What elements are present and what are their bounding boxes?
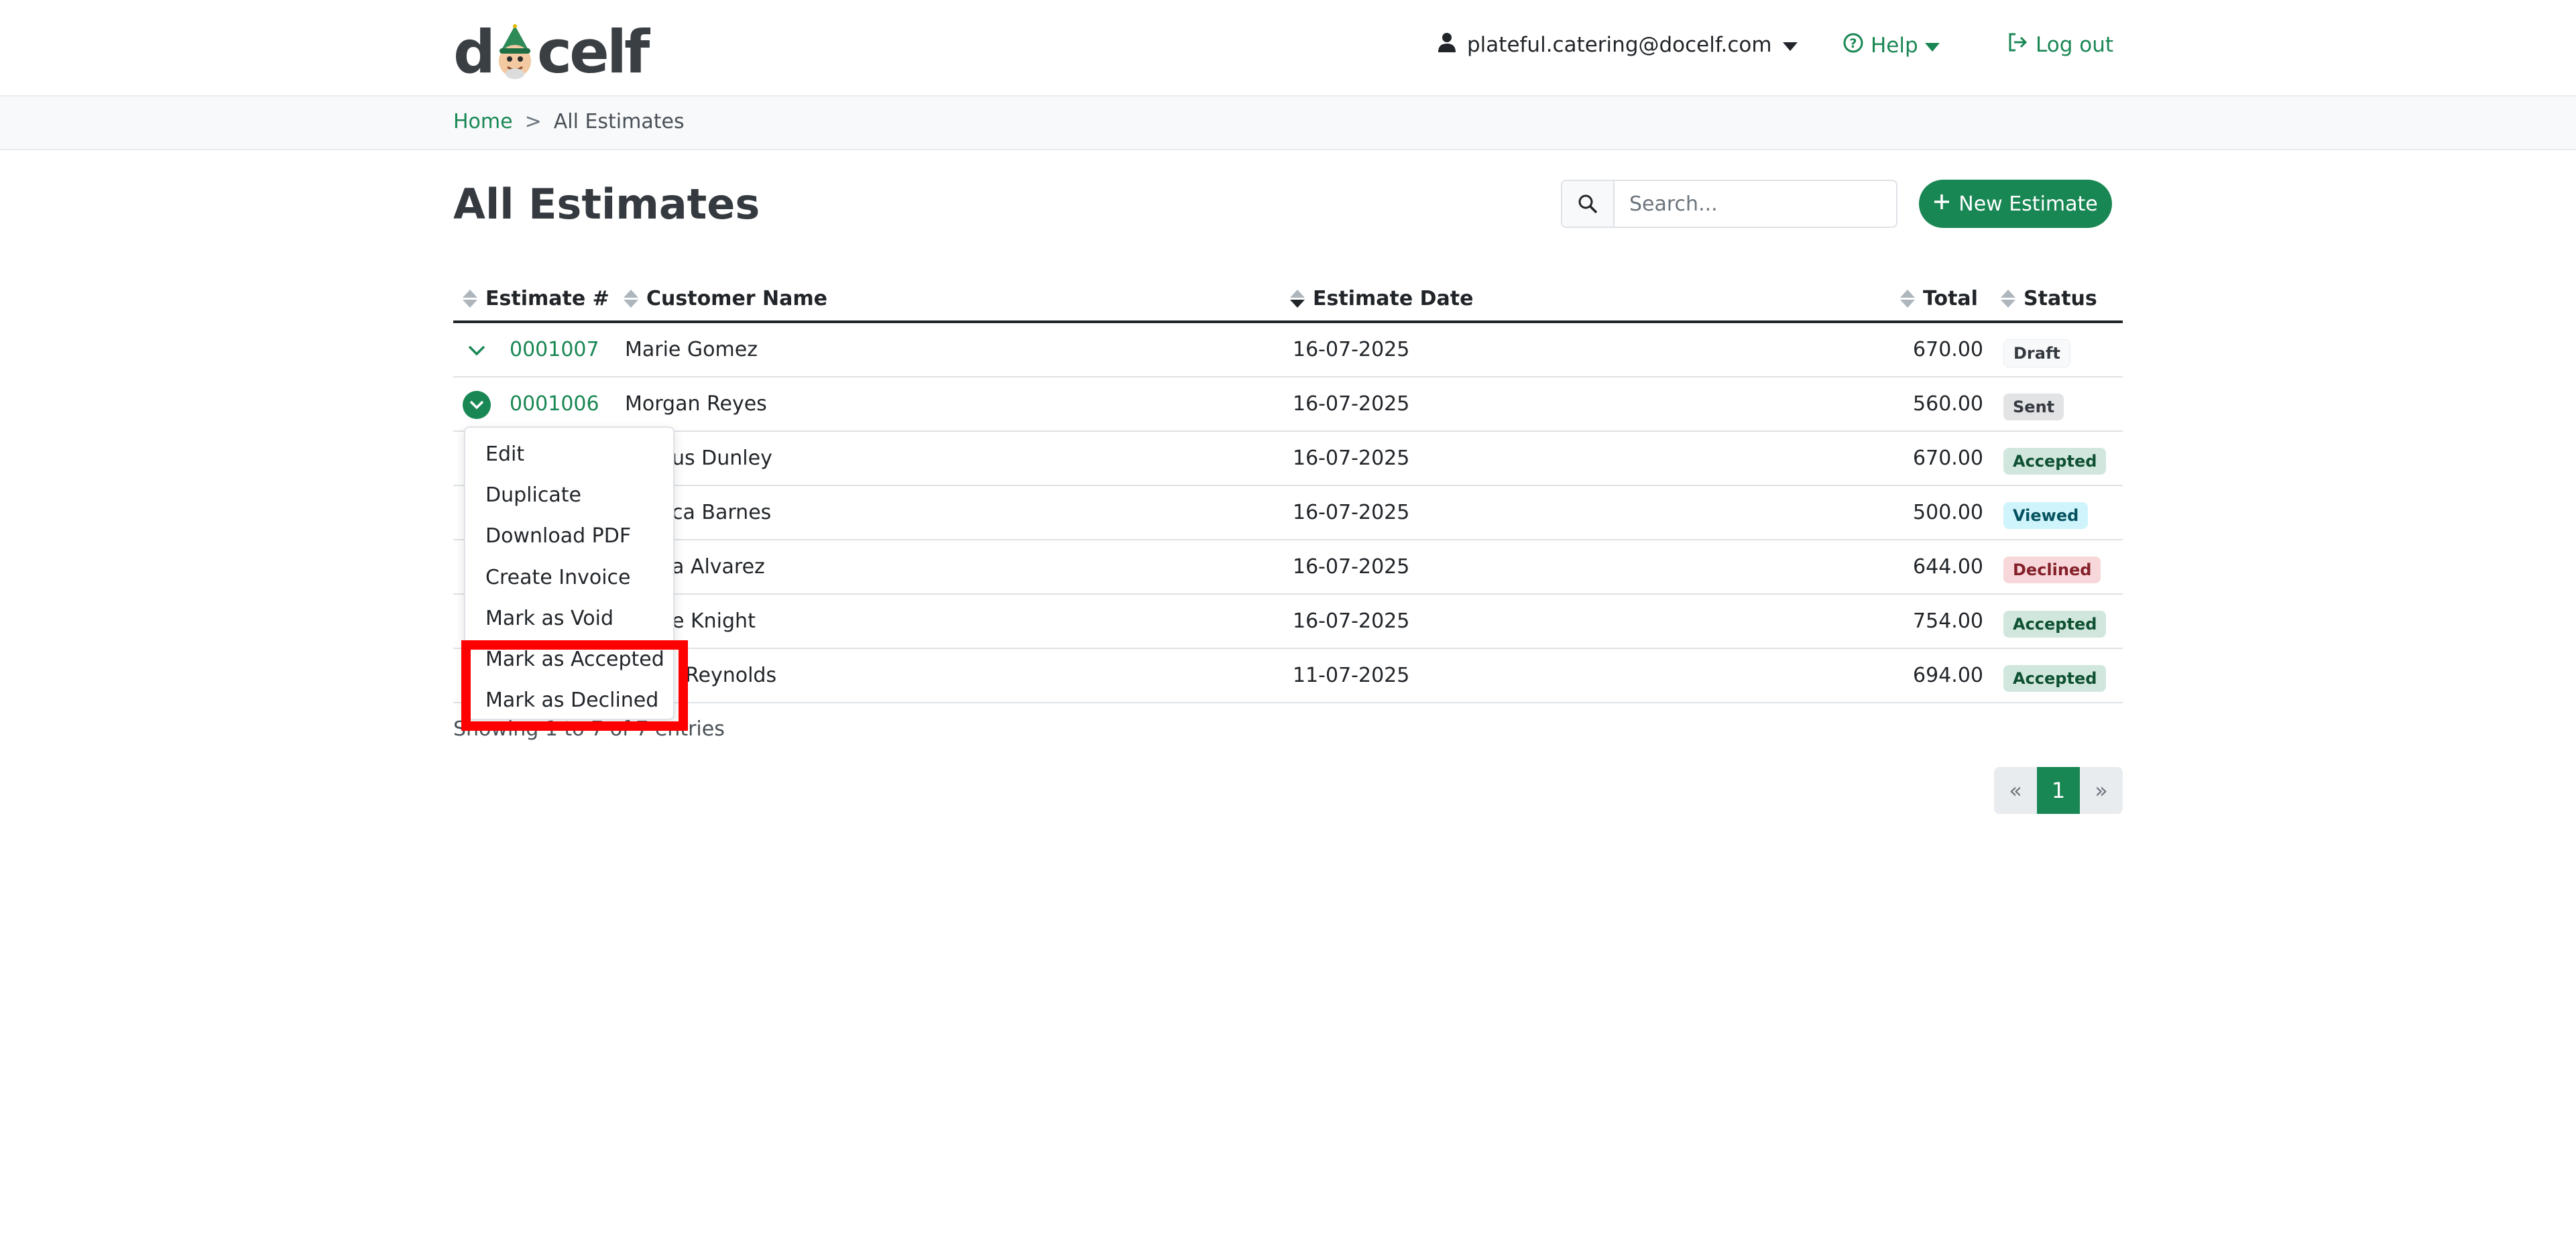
chevron-down-icon bbox=[468, 345, 485, 356]
estimate-date: 16-07-2025 bbox=[1293, 555, 1410, 579]
pagination-page-1[interactable]: 1 bbox=[2037, 767, 2080, 814]
page-title: All Estimates bbox=[453, 180, 760, 229]
user-email: plateful.catering@docelf.com bbox=[1467, 33, 1772, 57]
caret-down-icon bbox=[1782, 33, 1798, 57]
header-customer-label: Customer Name bbox=[646, 287, 827, 310]
help-menu[interactable]: ? Help bbox=[1842, 32, 1940, 59]
row-actions-toggle[interactable] bbox=[463, 337, 491, 365]
question-circle-icon: ? bbox=[1842, 32, 1864, 59]
highlight-annotation-box bbox=[461, 640, 688, 731]
estimate-date: 16-07-2025 bbox=[1293, 392, 1410, 416]
header-total-label: Total bbox=[1923, 287, 1978, 310]
sort-icon bbox=[624, 290, 638, 308]
table-row: 0001007 Marie Gomez 16-07-2025 670.00 Dr… bbox=[453, 323, 2123, 377]
table-header: Estimate # Customer Name Estimate Date T… bbox=[453, 274, 2123, 323]
header-customer-name[interactable]: Customer Name bbox=[624, 287, 827, 310]
chevron-down-icon bbox=[469, 400, 484, 410]
customer-name: Reynolds bbox=[685, 664, 777, 687]
estimate-total: 754.00 bbox=[1913, 609, 1983, 633]
estimate-date: 16-07-2025 bbox=[1293, 338, 1410, 361]
table-row: 0001006 Morgan Reyes 16-07-2025 560.00 S… bbox=[453, 377, 2123, 432]
estimate-date: 16-07-2025 bbox=[1293, 447, 1410, 470]
breadcrumb-bar: Home > All Estimates bbox=[0, 97, 2576, 150]
header-estimate-date[interactable]: Estimate Date bbox=[1290, 287, 1473, 310]
estimate-total: 694.00 bbox=[1913, 664, 1983, 687]
sort-icon bbox=[2001, 290, 2015, 308]
logo-text-left: d bbox=[453, 17, 495, 86]
sort-desc-icon bbox=[1290, 290, 1305, 308]
docelf-logo[interactable]: d celf bbox=[453, 15, 650, 86]
top-navbar: d celf plateful.catering@docelf.com ? He… bbox=[0, 0, 2576, 97]
svg-text:?: ? bbox=[1849, 36, 1857, 51]
estimate-total: 644.00 bbox=[1913, 555, 1983, 579]
pagination-prev[interactable]: « bbox=[1994, 767, 2037, 814]
plus-icon bbox=[1933, 192, 1950, 216]
header-status-label: Status bbox=[2024, 287, 2097, 310]
new-estimate-button[interactable]: New Estimate bbox=[1919, 180, 2112, 228]
logo-text-right: celf bbox=[537, 17, 650, 86]
logout-label: Log out bbox=[2036, 33, 2113, 57]
elf-mascot-icon bbox=[494, 24, 536, 82]
caret-down-icon bbox=[1924, 34, 1940, 58]
menu-item-create-invoice[interactable]: Create Invoice bbox=[485, 566, 630, 589]
estimate-number-link[interactable]: 0001006 bbox=[510, 392, 599, 416]
estimate-date: 16-07-2025 bbox=[1293, 501, 1410, 524]
sort-icon bbox=[463, 290, 477, 308]
status-badge: Viewed bbox=[2003, 502, 2089, 529]
status-badge: Sent bbox=[2003, 394, 2064, 420]
estimate-total: 670.00 bbox=[1913, 447, 1983, 470]
header-date-label: Estimate Date bbox=[1313, 287, 1474, 310]
estimate-total: 560.00 bbox=[1913, 392, 1983, 416]
menu-item-duplicate[interactable]: Duplicate bbox=[485, 483, 581, 507]
menu-item-mark-void[interactable]: Mark as Void bbox=[485, 607, 613, 630]
row-actions-toggle[interactable] bbox=[463, 391, 491, 419]
breadcrumb: Home > All Estimates bbox=[453, 110, 685, 133]
user-account-menu[interactable]: plateful.catering@docelf.com bbox=[1438, 32, 1798, 58]
menu-item-edit[interactable]: Edit bbox=[485, 442, 524, 466]
logout-link[interactable]: Log out bbox=[2007, 32, 2113, 58]
table-row: e Knight 16-07-2025 754.00 Accepted bbox=[453, 595, 2123, 649]
header-total[interactable]: Total bbox=[1900, 287, 1978, 310]
table-row: Reynolds 11-07-2025 694.00 Accepted bbox=[453, 649, 2123, 703]
customer-name: ca Barnes bbox=[672, 501, 772, 524]
table-row: ca Barnes 16-07-2025 500.00 Viewed bbox=[453, 486, 2123, 540]
status-badge: Accepted bbox=[2003, 611, 2107, 638]
estimate-number-link[interactable]: 0001007 bbox=[510, 338, 599, 361]
estimates-table: Estimate # Customer Name Estimate Date T… bbox=[453, 274, 2123, 703]
estimate-total: 670.00 bbox=[1913, 338, 1983, 361]
customer-name: Morgan Reyes bbox=[625, 392, 767, 416]
sort-icon bbox=[1900, 290, 1915, 308]
breadcrumb-separator: > bbox=[524, 110, 542, 133]
header-estimate-label: Estimate # bbox=[485, 287, 609, 310]
estimate-date: 16-07-2025 bbox=[1293, 609, 1410, 633]
help-label: Help bbox=[1871, 34, 1918, 58]
user-icon bbox=[1438, 32, 1456, 58]
sign-out-icon bbox=[2007, 32, 2029, 58]
estimate-total: 500.00 bbox=[1913, 501, 1983, 524]
customer-name: e Knight bbox=[672, 609, 756, 633]
status-badge: Accepted bbox=[2003, 665, 2107, 692]
customer-name: a Alvarez bbox=[672, 555, 765, 579]
table-row: a Alvarez 16-07-2025 644.00 Declined bbox=[453, 540, 2123, 595]
search-icon bbox=[1562, 181, 1615, 227]
search-box bbox=[1561, 180, 1897, 228]
pagination-next[interactable]: » bbox=[2080, 767, 2123, 814]
status-badge: Declined bbox=[2003, 556, 2101, 583]
estimate-date: 11-07-2025 bbox=[1293, 664, 1410, 687]
table-row: us Dunley 16-07-2025 670.00 Accepted bbox=[453, 432, 2123, 486]
header-estimate-number[interactable]: Estimate # bbox=[463, 287, 609, 310]
status-badge: Accepted bbox=[2003, 448, 2107, 475]
pagination: « 1 » bbox=[1994, 767, 2123, 814]
menu-item-download-pdf[interactable]: Download PDF bbox=[485, 524, 631, 548]
breadcrumb-home[interactable]: Home bbox=[453, 110, 513, 133]
customer-name: us Dunley bbox=[672, 447, 772, 470]
customer-name: Marie Gomez bbox=[625, 338, 758, 361]
status-badge: Draft bbox=[2003, 339, 2070, 367]
header-status[interactable]: Status bbox=[2001, 287, 2097, 310]
new-estimate-label: New Estimate bbox=[1958, 192, 2098, 216]
search-input[interactable] bbox=[1615, 181, 1896, 227]
breadcrumb-current: All Estimates bbox=[553, 110, 685, 133]
